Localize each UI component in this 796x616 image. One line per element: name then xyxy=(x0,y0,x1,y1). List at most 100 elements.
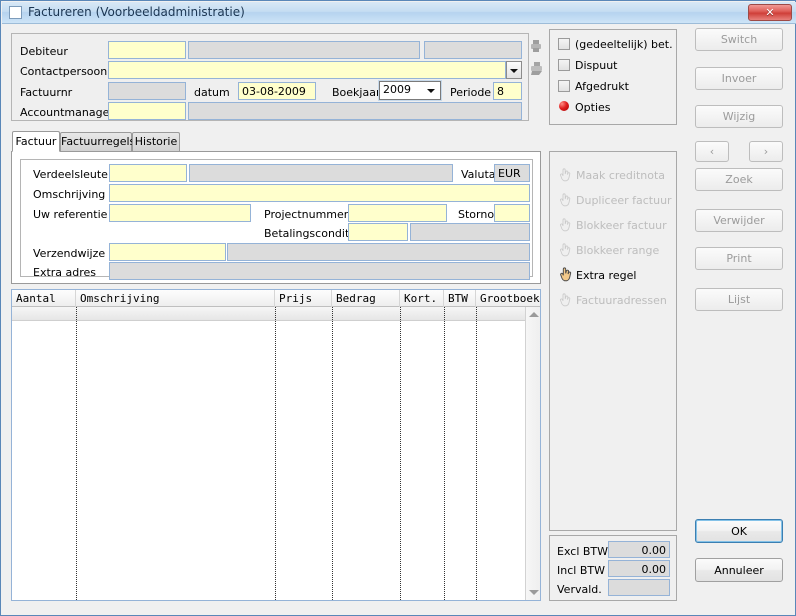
status-panel: (gedeeltelijk) bet. Dispuut Afgedrukt Op… xyxy=(549,29,677,125)
grid-col-prijs[interactable]: Prijs xyxy=(275,290,332,307)
opties-label[interactable]: Opties xyxy=(575,101,611,114)
betalingsconditie-code-input[interactable] xyxy=(348,223,408,241)
grid-vertical-scrollbar[interactable] xyxy=(525,307,540,600)
action-extra-regel[interactable]: Extra regel xyxy=(576,269,636,282)
annuleer-button[interactable]: Annuleer xyxy=(695,558,783,582)
grid-col-aantal[interactable]: Aantal xyxy=(12,290,76,307)
grid-sep-2 xyxy=(275,307,276,600)
switch-button[interactable]: Switch xyxy=(695,28,783,51)
betalingsconditie-name-field xyxy=(410,223,530,241)
next-button[interactable]: › xyxy=(749,141,783,162)
vervald-value xyxy=(608,579,670,596)
grid-sep-5 xyxy=(444,307,445,600)
datum-input[interactable]: 03-08-2009 xyxy=(238,82,316,100)
action-dupliceer-factuur: Dupliceer factuur xyxy=(576,194,672,207)
factuurnr-field xyxy=(108,82,186,100)
ok-button[interactable]: OK xyxy=(695,519,783,543)
uw-referentie-input[interactable] xyxy=(109,204,251,222)
accountmanager-label: Accountmanager xyxy=(20,106,114,119)
close-icon[interactable]: ✕ xyxy=(748,4,792,21)
window-title: Factureren (Voorbeeldadministratie) xyxy=(28,5,245,19)
print-preview-icon[interactable] xyxy=(530,61,544,76)
tab-historie[interactable]: Historie xyxy=(132,132,180,151)
label-gedeeltelijk-bet: (gedeeltelijk) bet. xyxy=(575,38,673,51)
incl-btw-label: Incl BTW xyxy=(557,564,605,577)
debiteur-name-field xyxy=(188,41,420,59)
factuur-form-box: Verdeelsleutel Valuta EUR Omschrijving U… xyxy=(20,159,533,280)
boekjaar-label: Boekjaar xyxy=(332,86,381,99)
action-factuuradressen: Factuuradressen xyxy=(576,294,667,307)
projectnummer-input[interactable] xyxy=(348,204,447,222)
grid-col-bedrag[interactable]: Bedrag xyxy=(332,290,400,307)
contactpersoon-input[interactable] xyxy=(108,61,506,79)
title-bar: Factureren (Voorbeeldadministratie) ✕ xyxy=(2,2,796,24)
label-afgedrukt: Afgedrukt xyxy=(575,80,629,93)
projectnummer-label: Projectnummer xyxy=(264,208,349,221)
zoek-button[interactable]: Zoek xyxy=(695,168,783,191)
verdeelsleutel-name-field xyxy=(189,164,453,182)
printer-icon[interactable] xyxy=(530,39,542,53)
checkbox-afgedrukt[interactable] xyxy=(558,80,570,92)
tab-factuur[interactable]: Factuur xyxy=(12,131,60,152)
grid-col-omschrijving[interactable]: Omschrijving xyxy=(76,290,275,307)
hand-pointer-icon xyxy=(559,193,572,207)
tab-factuurregels[interactable]: Factuurregels xyxy=(60,132,135,151)
invoice-lines-grid[interactable]: Aantal Omschrijving Prijs Bedrag Kort. B… xyxy=(11,289,541,601)
grid-row-empty[interactable] xyxy=(12,307,525,321)
grid-col-btw[interactable]: BTW xyxy=(444,290,476,307)
checkbox-gedeeltelijk-bet[interactable] xyxy=(558,38,570,50)
action-maak-creditnota: Maak creditnota xyxy=(576,169,666,182)
grid-sep-4 xyxy=(400,307,401,600)
accountmanager-code-input[interactable] xyxy=(108,102,186,120)
grid-col-kort[interactable]: Kort. xyxy=(400,290,444,307)
checkbox-dispuut[interactable] xyxy=(558,59,570,71)
contactpersoon-dropdown-button[interactable] xyxy=(506,61,522,79)
hand-pointer-icon[interactable] xyxy=(559,267,572,282)
omschrijving-input[interactable] xyxy=(109,184,530,202)
accountmanager-name-field xyxy=(188,102,522,120)
previous-button[interactable]: ‹ xyxy=(695,141,729,162)
verzendwijze-name-field xyxy=(227,243,530,261)
hand-pointer-icon xyxy=(559,243,572,257)
datum-label: datum xyxy=(194,86,230,99)
periode-label: Periode xyxy=(450,86,492,99)
storno-input[interactable] xyxy=(494,204,530,222)
verzendwijze-code-input[interactable] xyxy=(109,243,226,261)
verzendwijze-label: Verzendwijze xyxy=(33,247,106,260)
verdeelsleutel-code-input[interactable] xyxy=(109,164,187,182)
label-dispuut: Dispuut xyxy=(575,59,618,72)
hand-pointer-icon xyxy=(559,218,572,232)
scroll-down-icon[interactable] xyxy=(529,590,539,595)
excl-btw-label: Excl BTW xyxy=(557,545,609,558)
verwijder-button[interactable]: Verwijder xyxy=(695,209,783,232)
invoer-button[interactable]: Invoer xyxy=(695,67,783,90)
totals-panel: Excl BTW 0.00 Incl BTW 0.00 Vervald. xyxy=(549,535,677,601)
contactpersoon-label: Contactpersoon xyxy=(20,65,108,78)
grid-sep-6 xyxy=(476,307,477,600)
hand-pointer-icon xyxy=(559,293,572,307)
lijst-button[interactable]: Lijst xyxy=(695,288,783,311)
print-button[interactable]: Print xyxy=(695,247,783,270)
header-form-group: Debiteur Contactpersoon Factuurnr datum … xyxy=(11,33,529,121)
action-blokkeer-range: Blokkeer range xyxy=(576,244,660,257)
excl-btw-value: 0.00 xyxy=(608,541,670,558)
debiteur-code-input[interactable] xyxy=(108,41,186,59)
window-icon xyxy=(9,6,22,19)
vervald-label: Vervald. xyxy=(557,583,602,596)
hand-pointer-icon xyxy=(559,168,572,182)
wijzig-button[interactable]: Wijzig xyxy=(695,105,783,128)
debiteur-extra-field xyxy=(424,41,522,59)
extra-adres-field xyxy=(109,262,530,280)
boekjaar-select[interactable]: 2009 xyxy=(379,81,441,100)
verdeelsleutel-label: Verdeelsleutel xyxy=(33,168,112,181)
factureren-window: Factureren (Voorbeeldadministratie) ✕ De… xyxy=(0,0,796,616)
factuurnr-label: Factuurnr xyxy=(20,86,73,99)
chevron-down-icon xyxy=(510,69,518,73)
grid-sep-3 xyxy=(332,307,333,600)
debiteur-label: Debiteur xyxy=(20,45,68,58)
boekjaar-value: 2009 xyxy=(383,83,411,96)
grid-col-grootboek[interactable]: Grootboek xyxy=(476,290,540,307)
periode-input[interactable]: 8 xyxy=(493,82,522,100)
grid-header-row: Aantal Omschrijving Prijs Bedrag Kort. B… xyxy=(12,290,540,307)
scroll-up-icon[interactable] xyxy=(529,312,539,317)
